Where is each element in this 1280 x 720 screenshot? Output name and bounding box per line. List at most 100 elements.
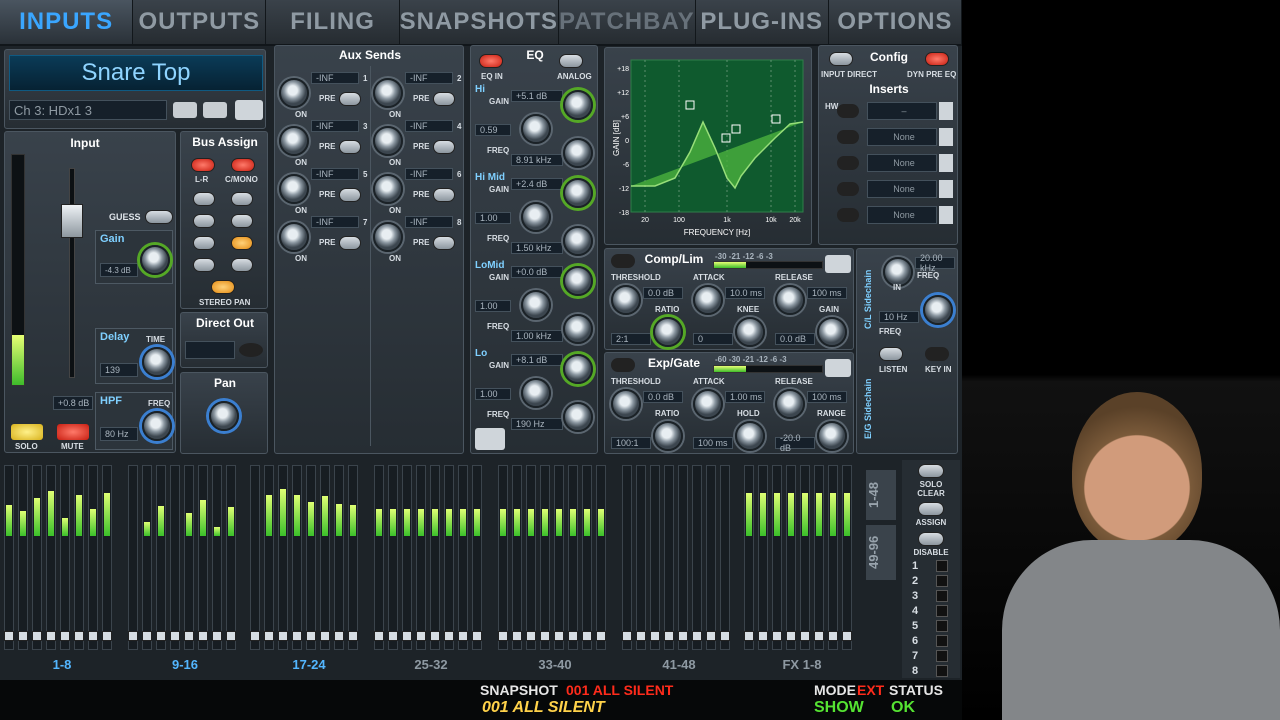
- strip-fader[interactable]: [758, 631, 768, 641]
- strip-fader[interactable]: [678, 631, 688, 641]
- eq-gain-knob[interactable]: [563, 266, 593, 296]
- aux-pre-button[interactable]: [339, 140, 361, 154]
- channel-source[interactable]: Ch 3: HDx1 3: [9, 100, 167, 120]
- insert-dropdown[interactable]: [939, 102, 953, 120]
- strip-fader[interactable]: [622, 631, 632, 641]
- side-number-button[interactable]: [936, 590, 948, 602]
- eq-gain-knob[interactable]: [563, 178, 593, 208]
- strip-fader[interactable]: [74, 631, 84, 641]
- strip-fader[interactable]: [430, 631, 440, 641]
- strip-fader[interactable]: [60, 631, 70, 641]
- strip-fader[interactable]: [278, 631, 288, 641]
- listen-button[interactable]: [879, 347, 903, 361]
- channel-strip[interactable]: [184, 465, 194, 650]
- cmono-button[interactable]: [231, 158, 255, 172]
- sc-freq-value-2[interactable]: 10 Hz: [879, 311, 919, 323]
- channel-strip[interactable]: [142, 465, 152, 650]
- channel-strip[interactable]: [292, 465, 302, 650]
- insert-dropdown[interactable]: [939, 206, 953, 224]
- aux-send-knob[interactable]: [373, 126, 403, 156]
- strip-fader[interactable]: [596, 631, 606, 641]
- channel-strip[interactable]: [678, 465, 688, 650]
- comp-release-value[interactable]: 100 ms: [807, 287, 847, 299]
- channel-strip[interactable]: [842, 465, 852, 650]
- folder-button[interactable]: [235, 100, 263, 120]
- strip-fader[interactable]: [264, 631, 274, 641]
- channel-strip[interactable]: [388, 465, 398, 650]
- input-fader-track[interactable]: [69, 168, 75, 378]
- aux-send-knob[interactable]: [373, 222, 403, 252]
- channel-strip[interactable]: [498, 465, 508, 650]
- aux-pre-button[interactable]: [433, 188, 455, 202]
- bank-9-16[interactable]: 9-16: [160, 657, 210, 672]
- mute-button[interactable]: [57, 424, 89, 440]
- strip-fader[interactable]: [706, 631, 716, 641]
- eq-q-value[interactable]: 1.00: [475, 300, 511, 312]
- channel-strip[interactable]: [416, 465, 426, 650]
- channel-strip[interactable]: [46, 465, 56, 650]
- strip-fader[interactable]: [720, 631, 730, 641]
- aux-send-value[interactable]: -INF: [311, 72, 359, 84]
- stereo-pan-button[interactable]: [211, 280, 235, 294]
- channel-strip[interactable]: [636, 465, 646, 650]
- next-channel-button[interactable]: [203, 102, 227, 118]
- tab-filing[interactable]: FILING: [266, 0, 400, 44]
- gate-folder-button[interactable]: [825, 359, 851, 377]
- bus-3-button[interactable]: [193, 214, 215, 228]
- gate-range-value[interactable]: -20.0 dB: [775, 433, 815, 453]
- strip-fader[interactable]: [348, 631, 358, 641]
- hpf-value[interactable]: 80 Hz: [100, 427, 138, 441]
- gain-value[interactable]: -4.3 dB: [100, 263, 138, 277]
- strip-fader[interactable]: [458, 631, 468, 641]
- aux-send-value[interactable]: -INF: [405, 72, 453, 84]
- strip-fader[interactable]: [250, 631, 260, 641]
- channel-strip[interactable]: [250, 465, 260, 650]
- channel-strip[interactable]: [596, 465, 606, 650]
- strip-fader[interactable]: [416, 631, 426, 641]
- eq-freq-knob[interactable]: [563, 402, 593, 432]
- bus-1-button[interactable]: [193, 192, 215, 206]
- channel-strip[interactable]: [4, 465, 14, 650]
- channel-strip[interactable]: [720, 465, 730, 650]
- channel-strip[interactable]: [198, 465, 208, 650]
- channel-strip[interactable]: [320, 465, 330, 650]
- key-in-button[interactable]: [925, 347, 949, 361]
- gate-hold-value[interactable]: 100 ms: [693, 437, 733, 449]
- eq-freq-value[interactable]: 190 Hz: [511, 418, 563, 430]
- channel-strip[interactable]: [60, 465, 70, 650]
- bank-33-40[interactable]: 33-40: [530, 657, 580, 672]
- channel-strip[interactable]: [374, 465, 384, 650]
- channel-strip[interactable]: [348, 465, 358, 650]
- eq-q-knob[interactable]: [521, 378, 551, 408]
- aux-send-value[interactable]: -INF: [405, 120, 453, 132]
- strip-fader[interactable]: [4, 631, 14, 641]
- bank-range-tab-1[interactable]: 1-48: [866, 470, 896, 520]
- strip-fader[interactable]: [32, 631, 42, 641]
- channel-strip[interactable]: [540, 465, 550, 650]
- strip-fader[interactable]: [526, 631, 536, 641]
- strip-fader[interactable]: [554, 631, 564, 641]
- delay-value[interactable]: 139: [100, 363, 138, 377]
- channel-strip[interactable]: [402, 465, 412, 650]
- side-number-button[interactable]: [936, 620, 948, 632]
- channel-strip[interactable]: [828, 465, 838, 650]
- channel-strip[interactable]: [278, 465, 288, 650]
- aux-send-knob[interactable]: [373, 78, 403, 108]
- sc-freq-value-1[interactable]: 20.00 kHz: [915, 253, 955, 273]
- comp-knee-value[interactable]: 0: [693, 333, 733, 345]
- channel-strip[interactable]: [512, 465, 522, 650]
- gate-ratio-knob[interactable]: [653, 421, 683, 451]
- insert-slot[interactable]: None: [867, 180, 937, 198]
- channel-strip[interactable]: [472, 465, 482, 650]
- channel-strip[interactable]: [74, 465, 84, 650]
- channel-strip[interactable]: [706, 465, 716, 650]
- strip-fader[interactable]: [198, 631, 208, 641]
- strip-fader[interactable]: [88, 631, 98, 641]
- eq-gain-value[interactable]: +2.4 dB: [511, 178, 563, 190]
- eq-q-knob[interactable]: [521, 114, 551, 144]
- strip-fader[interactable]: [842, 631, 852, 641]
- channel-strip[interactable]: [622, 465, 632, 650]
- gate-release-knob[interactable]: [775, 389, 805, 419]
- strip-fader[interactable]: [828, 631, 838, 641]
- comp-folder-button[interactable]: [825, 255, 851, 273]
